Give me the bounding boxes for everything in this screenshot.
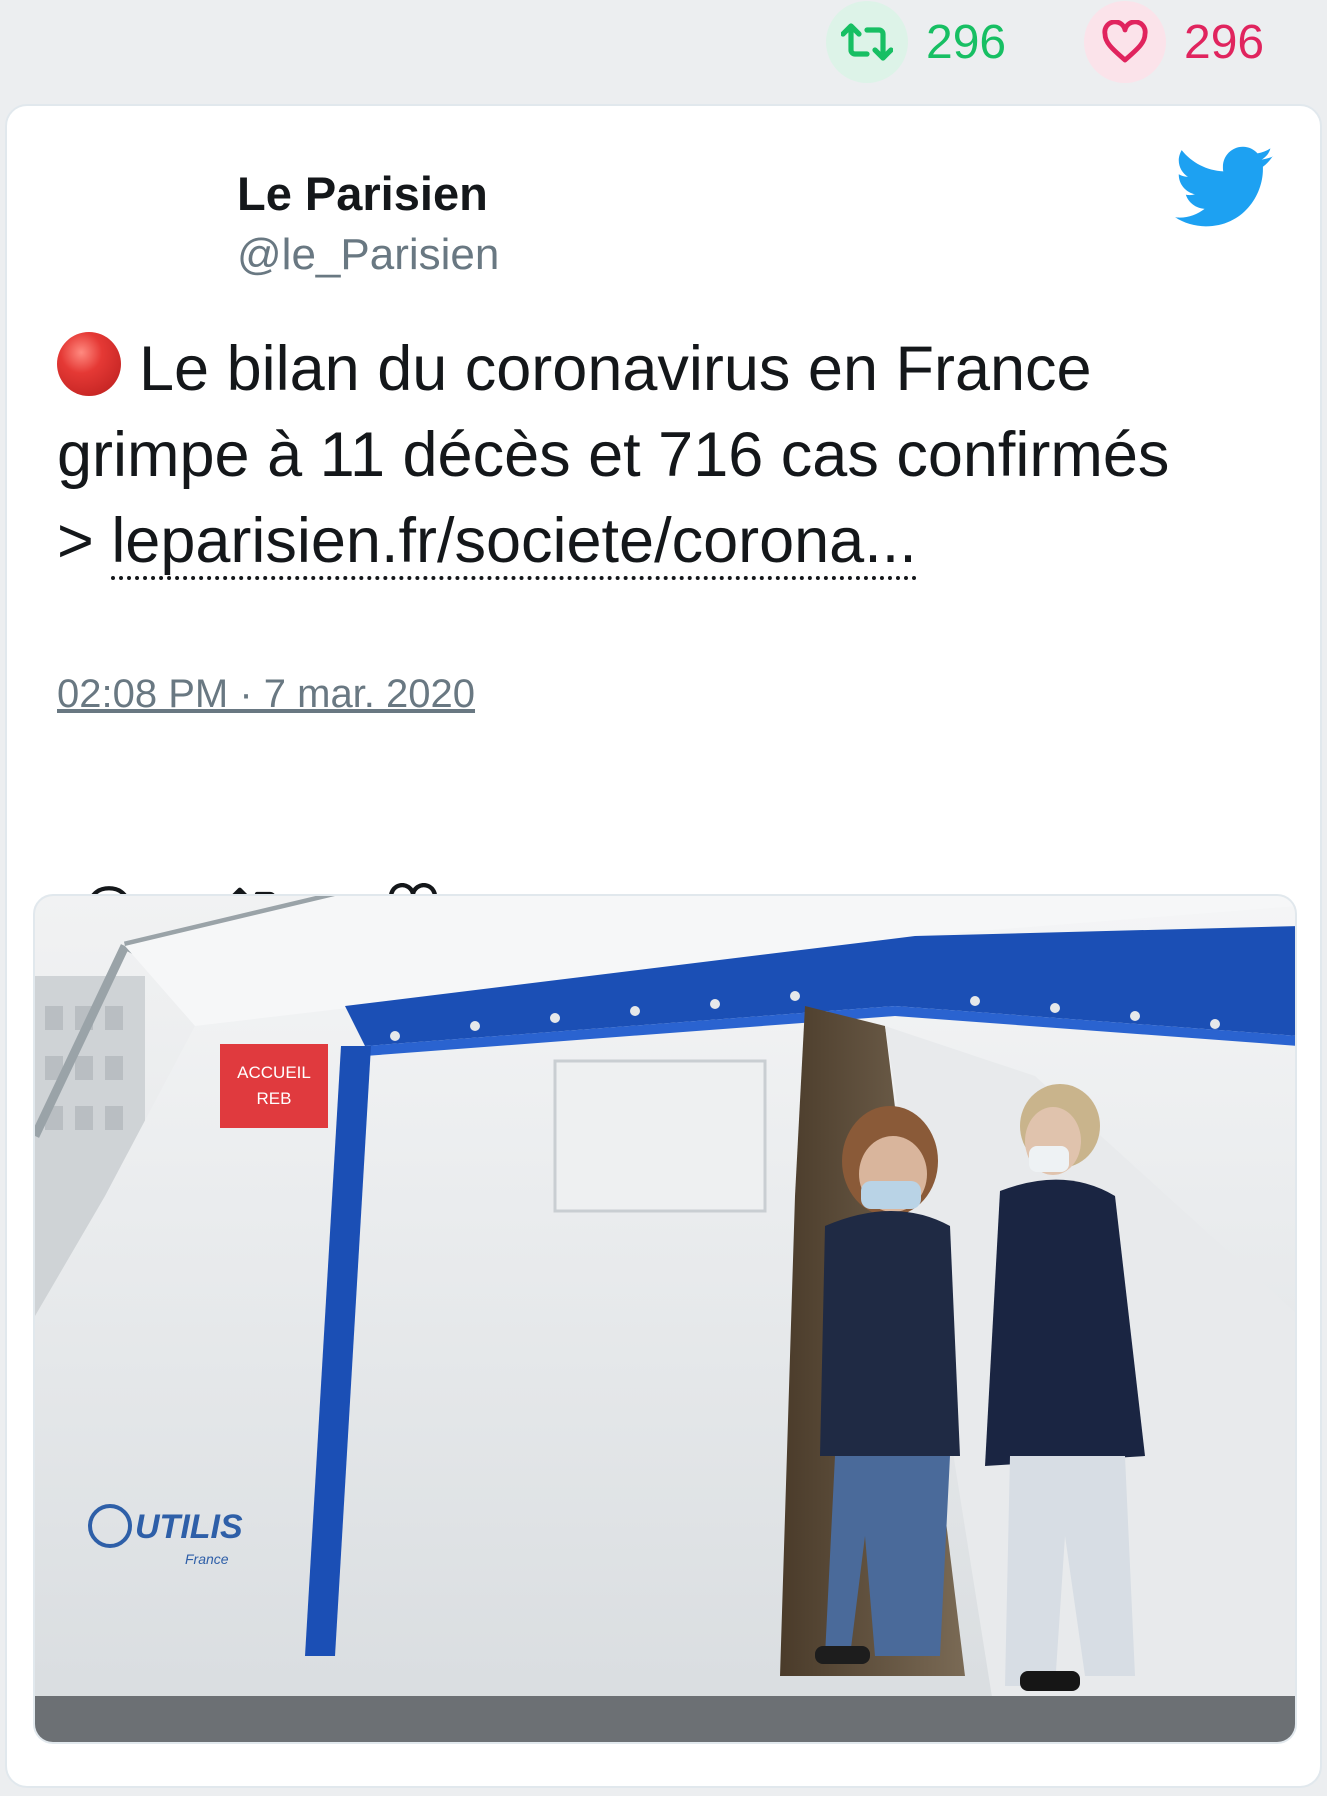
tent-brand-sub: France: [185, 1551, 229, 1567]
tweet-text: Le bilan du coronavirus en France grimpe…: [57, 326, 1287, 584]
twitter-bird-icon[interactable]: [1175, 146, 1275, 230]
tent-sign-line1: ACCUEIL: [237, 1063, 311, 1082]
retweet-stat[interactable]: 296: [826, 0, 1006, 84]
like-stat[interactable]: 296: [1084, 0, 1264, 84]
heart-icon[interactable]: [1084, 1, 1166, 83]
tweet-timestamp[interactable]: 02:08 PM · 7 mar. 2020: [57, 672, 475, 717]
tent-sign-line2: REB: [257, 1089, 292, 1108]
engagement-bar: 296 296: [0, 0, 1327, 100]
red-circle-icon: [57, 332, 121, 396]
tweet-photo[interactable]: ACCUEIL REB UTILIS France: [33, 894, 1297, 1744]
like-count: 296: [1184, 15, 1265, 69]
author-handle[interactable]: @le_Parisien: [237, 230, 499, 280]
retweet-count: 296: [926, 15, 1007, 69]
tent-brand: UTILIS: [135, 1508, 243, 1546]
link-prefix: >: [57, 506, 94, 576]
tweet-body: Le bilan du coronavirus en France grimpe…: [57, 334, 1170, 490]
retweet-icon[interactable]: [826, 1, 908, 83]
tent-photo: ACCUEIL REB UTILIS France: [35, 896, 1295, 1742]
tweet-card: Le Parisien @le_Parisien Le bilan du cor…: [5, 104, 1322, 1788]
author-name[interactable]: Le Parisien: [237, 166, 488, 221]
article-link[interactable]: leparisien.fr/societe/corona...: [111, 506, 917, 580]
